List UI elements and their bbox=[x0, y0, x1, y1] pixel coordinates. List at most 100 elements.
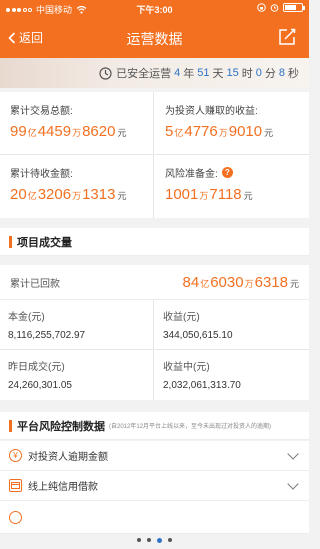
project-stat-value: 344,050,615.10 bbox=[163, 330, 233, 341]
section-header-project: 项目成交量 bbox=[0, 228, 309, 256]
runtime-years: 4 bbox=[174, 67, 181, 79]
page-indicator bbox=[0, 534, 309, 546]
section-note: (自2012年12月平台上线以来，至今未出现过对投资人的逾期) bbox=[109, 424, 272, 430]
stat-pending-receivable: 累计待收金额: 20 亿 3206 万 1313 元 bbox=[0, 155, 154, 218]
value-unit: 万 bbox=[244, 278, 254, 289]
risk-item-label: 对投资人逾期金额 bbox=[28, 452, 108, 463]
chevron-down-icon bbox=[287, 447, 299, 460]
page-dot[interactable] bbox=[137, 538, 141, 542]
stat-value-part: 5 bbox=[165, 123, 174, 140]
project-stats-grid: 本金(元) 8,116,255,702.97 收益(元) 344,050,615… bbox=[0, 300, 309, 400]
risk-item-partial[interactable] bbox=[0, 501, 309, 534]
total-repaid-value: 84 亿 6030 万 6318 元 bbox=[183, 274, 299, 291]
stat-value-part: 9010 bbox=[228, 123, 263, 140]
stat-unit: 亿 bbox=[27, 191, 37, 201]
battery-icon bbox=[283, 3, 305, 12]
status-right bbox=[257, 3, 305, 12]
risk-item-credit-loan[interactable]: 线上纯信用借款 bbox=[0, 471, 309, 501]
section-accent-bar bbox=[9, 235, 12, 248]
project-stat-earning-in-progress: 收益中(元) 2,032,061,313.70 bbox=[155, 350, 309, 400]
runtime-minutes: 0 bbox=[255, 67, 262, 79]
project-stat-yesterday: 昨日成交(元) 24,260,301.05 bbox=[0, 350, 154, 400]
value-part: 6318 bbox=[254, 273, 288, 291]
alarm-icon bbox=[270, 4, 279, 12]
value-unit: 元 bbox=[289, 278, 299, 289]
stat-unit: 元 bbox=[243, 191, 253, 201]
stat-label: 累计待收金额: bbox=[10, 169, 73, 180]
runtime-hours-unit: 时 bbox=[241, 68, 253, 80]
project-stat-label: 昨日成交(元) bbox=[8, 362, 65, 373]
credit-card-icon bbox=[9, 479, 22, 492]
stat-value-part: 99 bbox=[10, 123, 27, 140]
project-stat-value: 8,116,255,702.97 bbox=[8, 330, 86, 341]
page-dot-active[interactable] bbox=[157, 537, 162, 543]
project-stat-value: 2,032,061,313.70 bbox=[163, 380, 241, 391]
runtime-minutes-unit: 分 bbox=[264, 68, 276, 80]
stat-value: 1001 万 7118 元 bbox=[165, 186, 309, 203]
project-stat-label: 本金(元) bbox=[8, 312, 45, 323]
runtime-days-unit: 天 bbox=[212, 68, 224, 80]
page-title: 运营数据 bbox=[126, 31, 183, 47]
stat-value-part: 4459 bbox=[37, 123, 72, 140]
stat-unit: 元 bbox=[117, 191, 127, 201]
edit-icon bbox=[279, 28, 296, 45]
stat-value-part: 1313 bbox=[82, 186, 116, 203]
runtime-years-unit: 年 bbox=[183, 68, 195, 80]
runtime-days: 51 bbox=[197, 67, 210, 79]
section-title: 项目成交量 bbox=[17, 236, 72, 249]
project-stat-label: 收益(元) bbox=[163, 312, 200, 323]
stat-value: 99 亿 4459 万 8620 元 bbox=[10, 123, 153, 140]
stats-grid: 累计交易总额: 99 亿 4459 万 8620 元 为投资人赚取的收益: 5 … bbox=[0, 92, 309, 218]
stat-value-part: 8620 bbox=[82, 123, 116, 140]
stat-unit: 万 bbox=[72, 191, 82, 201]
stat-value: 20 亿 3206 万 1313 元 bbox=[10, 186, 153, 203]
project-stat-value: 24,260,301.05 bbox=[8, 380, 72, 391]
stat-label-row: 风险准备金: ? bbox=[165, 165, 309, 180]
runtime-seconds: 8 bbox=[278, 67, 285, 79]
stat-label: 风险准备金: bbox=[165, 169, 218, 180]
stat-value-part: 4776 bbox=[184, 123, 218, 140]
runtime-banner: 已安全运营 4 年 51 天 15 时 0 分 8 秒 bbox=[0, 58, 309, 88]
edit-button[interactable] bbox=[277, 27, 297, 47]
risk-item-overdue-amount[interactable]: ¥ 对投资人逾期金额 bbox=[0, 441, 309, 471]
stat-value-part: 3206 bbox=[37, 186, 72, 203]
stat-label: 为投资人赚取的收益: bbox=[165, 106, 258, 117]
section-header-risk: 平台风险控制数据 (自2012年12月平台上线以来，至今未出现过对投资人的逾期) bbox=[0, 412, 309, 440]
value-part: 84 bbox=[182, 273, 200, 291]
lock-rotation-icon bbox=[257, 3, 266, 12]
value-unit: 亿 bbox=[200, 278, 210, 289]
project-stat-label: 收益中(元) bbox=[163, 362, 210, 373]
yuan-coin-icon: ¥ bbox=[9, 449, 22, 462]
stat-unit: 元 bbox=[264, 128, 274, 138]
stat-unit: 亿 bbox=[27, 128, 37, 138]
partial-item-icon bbox=[9, 510, 22, 524]
stat-unit: 万 bbox=[72, 128, 82, 138]
status-bar: 中国移动 下午3:00 bbox=[0, 0, 309, 18]
stat-value: 5 亿 4776 万 9010 元 bbox=[165, 123, 309, 140]
runtime-prefix: 已安全运营 bbox=[116, 68, 172, 80]
runtime-hours: 15 bbox=[226, 67, 239, 79]
stat-label: 累计交易总额: bbox=[10, 106, 73, 117]
stat-unit: 亿 bbox=[174, 128, 184, 138]
help-icon[interactable]: ? bbox=[221, 167, 233, 178]
section-accent-bar bbox=[9, 419, 12, 432]
runtime-seconds-unit: 秒 bbox=[288, 68, 299, 80]
stat-value-part: 1001 bbox=[165, 186, 199, 203]
stat-value-part: 7118 bbox=[209, 186, 242, 203]
section-title: 平台风险控制数据 bbox=[17, 420, 105, 433]
stat-unit: 元 bbox=[117, 128, 127, 138]
battery-level bbox=[285, 5, 297, 10]
project-stat-principal: 本金(元) 8,116,255,702.97 bbox=[0, 300, 154, 350]
page-dot[interactable] bbox=[147, 538, 151, 542]
risk-item-label: 线上纯信用借款 bbox=[28, 482, 98, 493]
stat-investor-earnings: 为投资人赚取的收益: 5 亿 4776 万 9010 元 bbox=[155, 92, 309, 155]
stat-value-part: 20 bbox=[10, 186, 27, 203]
stat-unit: 万 bbox=[199, 191, 209, 201]
stat-risk-reserve: 风险准备金: ? 1001 万 7118 元 bbox=[155, 155, 309, 218]
stat-unit: 万 bbox=[218, 128, 228, 138]
total-repaid-label: 累计已回款 bbox=[10, 278, 60, 290]
chevron-down-icon bbox=[287, 477, 299, 490]
page-dot[interactable] bbox=[168, 538, 172, 542]
value-part: 6030 bbox=[210, 273, 244, 291]
total-repaid-row: 累计已回款 84 亿 6030 万 6318 元 bbox=[0, 265, 309, 300]
